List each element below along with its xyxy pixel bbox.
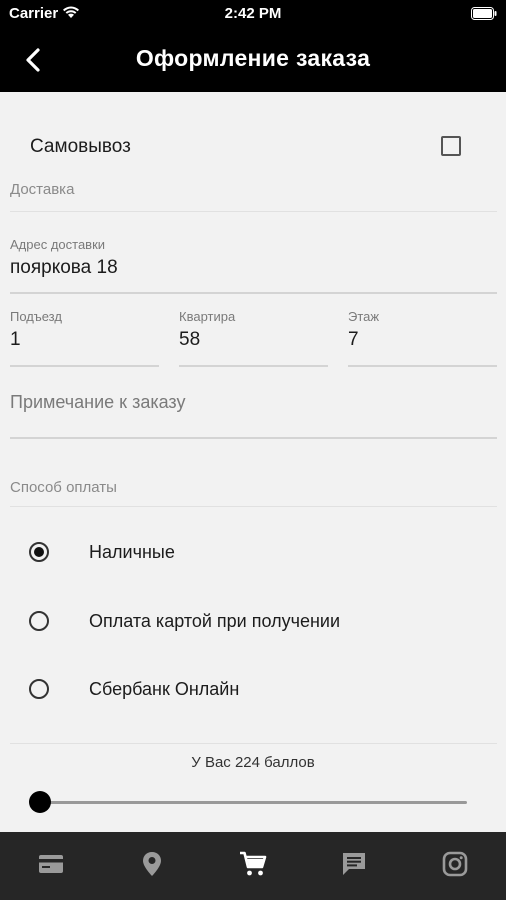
bonus-divider <box>10 743 497 744</box>
bonus-slider-track[interactable] <box>38 801 467 804</box>
delivery-section-title: Доставка <box>10 181 75 198</box>
battery-icon <box>471 7 497 20</box>
payment-option-sberbank[interactable]: Сбербанк Онлайн <box>0 659 506 719</box>
radio-button-sberbank[interactable] <box>29 679 49 699</box>
address-underline <box>10 292 497 294</box>
pickup-checkbox[interactable] <box>441 136 461 156</box>
payment-option-label: Сбербанк Онлайн <box>89 679 240 699</box>
status-bar: Carrier 2:42 PM <box>0 0 506 28</box>
entrance-underline <box>10 365 159 367</box>
order-note-underline <box>10 437 497 439</box>
nav-bar: Оформление заказа <box>0 28 506 92</box>
entrance-label: Подъезд <box>10 309 62 324</box>
location-pin-icon[interactable] <box>136 848 168 880</box>
pickup-row[interactable]: Самовывоз <box>0 116 506 176</box>
apartment-label: Квартира <box>179 309 236 324</box>
bonus-slider-thumb[interactable] <box>29 791 51 813</box>
order-note-placeholder[interactable]: Примечание к заказу <box>10 392 185 413</box>
apartment-value[interactable]: 58 <box>179 329 200 351</box>
bonus-points-text: У Вас 224 баллов <box>191 754 315 771</box>
pickup-label: Самовывоз <box>30 136 131 157</box>
payment-option-card[interactable]: Оплата картой при получении <box>0 591 506 651</box>
tab-bar <box>0 832 506 900</box>
floor-label: Этаж <box>348 309 380 324</box>
address-value[interactable]: пояркова 18 <box>10 257 118 279</box>
cart-icon[interactable] <box>237 848 269 880</box>
clock: 2:42 PM <box>224 5 282 22</box>
address-label: Адрес доставки <box>10 237 106 252</box>
radio-button-card[interactable] <box>29 611 49 631</box>
apartment-underline <box>179 365 328 367</box>
payment-divider <box>10 506 497 507</box>
page-title: Оформление заказа <box>135 45 371 71</box>
payment-option-cash[interactable]: Наличные <box>0 522 506 582</box>
entrance-value[interactable]: 1 <box>10 329 21 351</box>
floor-value[interactable]: 7 <box>348 329 359 351</box>
radio-button-cash[interactable] <box>29 542 49 562</box>
chat-icon[interactable] <box>338 848 370 880</box>
payment-option-label: Наличные <box>89 542 175 562</box>
floor-underline <box>348 365 497 367</box>
delivery-divider <box>10 211 497 212</box>
order-form: Самовывоз Доставка Адрес доставки поярко… <box>0 92 506 832</box>
instagram-icon[interactable] <box>439 848 471 880</box>
credit-card-icon[interactable] <box>35 848 67 880</box>
payment-option-label: Оплата картой при получении <box>89 611 341 631</box>
payment-section-title: Способ оплаты <box>10 479 117 496</box>
